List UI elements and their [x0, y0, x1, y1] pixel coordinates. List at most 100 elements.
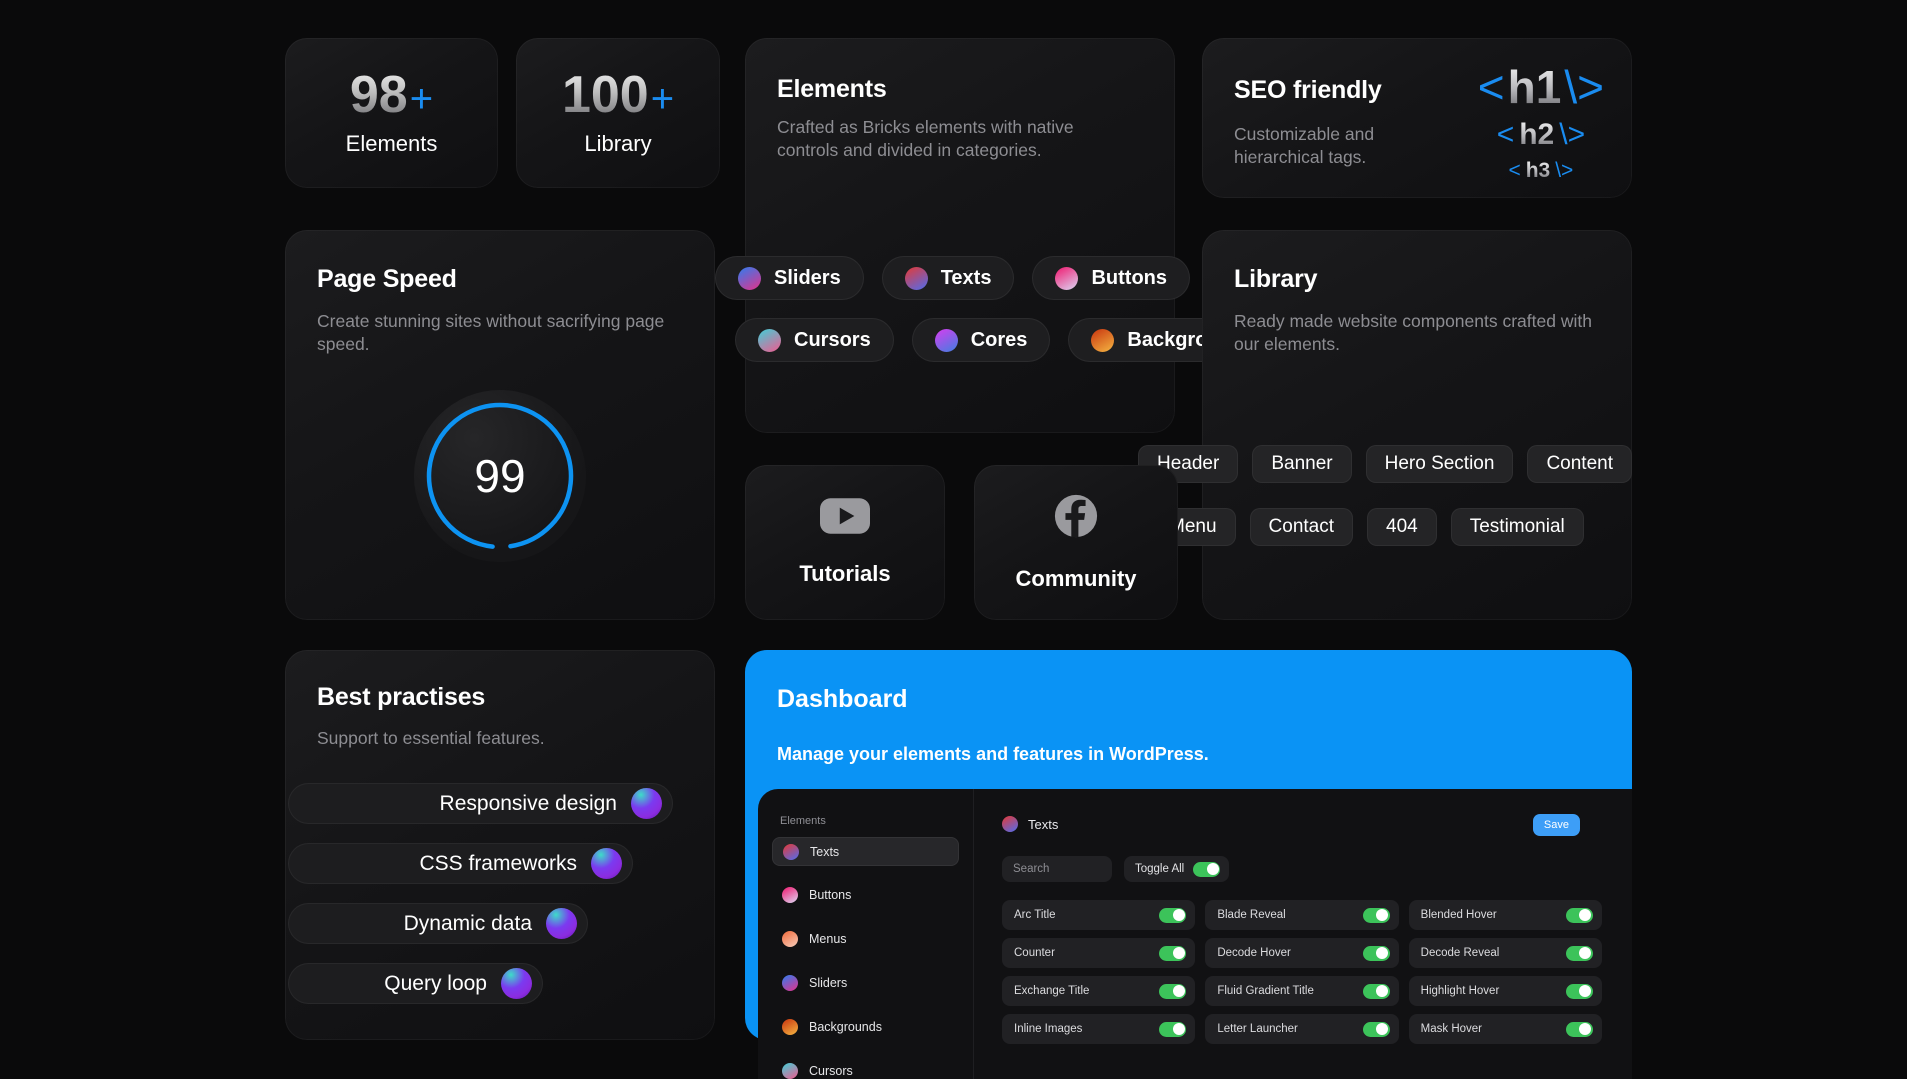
toggle-row[interactable]: Highlight Hover [1408, 976, 1602, 1006]
feature-switch[interactable] [1565, 945, 1593, 961]
h2-label: h2 [1519, 118, 1555, 151]
library-tag[interactable]: Hero Section [1365, 445, 1514, 483]
card-subtitle: Support to essential features. [317, 728, 545, 748]
feature-switch[interactable] [1159, 907, 1187, 923]
feature-switch[interactable] [1565, 907, 1593, 923]
feature-switch[interactable] [1159, 1021, 1187, 1037]
element-pill[interactable]: Sliders [715, 256, 864, 300]
card-title: SEO friendly [1234, 76, 1382, 104]
feature-switch[interactable] [1362, 945, 1390, 961]
card-title: Elements [777, 75, 887, 103]
toggle-row[interactable]: Fluid Gradient Title [1205, 976, 1399, 1006]
sidebar-item-cursors[interactable]: Cursors [772, 1056, 959, 1079]
pill-label: Cores [970, 328, 1028, 351]
best-practise-row[interactable]: CSS frameworks [288, 843, 633, 884]
feature-switch[interactable] [1362, 907, 1390, 923]
element-pill[interactable]: Buttons [1032, 256, 1191, 300]
library-tag[interactable]: 404 [1367, 508, 1437, 546]
library-tag[interactable]: Banner [1252, 445, 1352, 483]
search-input[interactable]: Search [1002, 856, 1112, 882]
library-tag[interactable]: Contact [1249, 508, 1354, 546]
gradient-orb-icon [904, 266, 928, 290]
sidebar-item-menus[interactable]: Menus [772, 924, 959, 953]
element-pill-row-1: Sliders Texts Buttons [715, 256, 1191, 300]
toggle-row[interactable]: Blended Hover [1408, 900, 1602, 930]
dashboard-sidebar: Elements Texts Buttons Menus Sliders Bac… [758, 789, 974, 1079]
stat-label: Elements [345, 131, 438, 156]
best-practise-row[interactable]: Dynamic data [288, 903, 588, 944]
sidebar-item-label: Menus [809, 931, 847, 946]
angle-bracket-open-icon: < [1496, 118, 1515, 151]
library-tag[interactable]: Content [1527, 445, 1632, 483]
toggle-row[interactable]: Blade Reveal [1205, 900, 1399, 930]
stat-number: 98 + [350, 69, 433, 121]
feature-switch[interactable] [1159, 945, 1187, 961]
sidebar-item-label: Sliders [809, 975, 848, 990]
dashboard-controls: Search Toggle All [1002, 856, 1632, 882]
element-pill[interactable]: Texts [881, 256, 1015, 300]
gradient-sphere-icon [591, 848, 622, 879]
toggle-all-switch[interactable] [1193, 861, 1221, 877]
h2-tag-row: < h2 \> [1478, 120, 1604, 150]
feature-switch[interactable] [1362, 1021, 1390, 1037]
card-subtitle: Crafted as Bricks elements with native c… [777, 117, 1074, 161]
library-tag[interactable]: Testimonial [1450, 508, 1584, 546]
stat-plus: + [650, 77, 675, 121]
toggle-label: Fluid Gradient Title [1217, 985, 1314, 997]
gradient-orb-icon [783, 843, 799, 860]
save-button[interactable]: Save [1532, 814, 1580, 836]
heading-tags-illustration: < h1 \> < h2 \> < h3 \> [1478, 64, 1604, 181]
library-tag-row-2: Menu Contact 404 Testimonial [1150, 508, 1584, 546]
page-speed-card: Page Speed Create stunning sites without… [285, 230, 715, 620]
element-pill[interactable]: Cores [911, 318, 1051, 362]
feature-grid-page: 98 + Elements 100 + Library Elements Craft… [0, 0, 1907, 1079]
best-practise-label: Query loop [384, 971, 487, 995]
social-label: Community [1015, 566, 1137, 591]
sidebar-item-texts[interactable]: Texts [772, 837, 959, 866]
feature-switch[interactable] [1565, 983, 1593, 999]
card-subtitle: Customizable and hierarchical tags. [1234, 124, 1375, 168]
toggle-row[interactable]: Counter [1002, 938, 1196, 968]
gauge-score: 99 [474, 450, 526, 502]
toggle-row[interactable]: Arc Title [1002, 900, 1196, 930]
sidebar-header: Elements [780, 815, 826, 827]
toggle-row[interactable]: Inline Images [1002, 1014, 1196, 1044]
angle-bracket-open-icon: < [1508, 159, 1521, 182]
stat-value: 98 [349, 66, 408, 124]
best-practise-label: Dynamic data [403, 911, 532, 935]
toggle-row[interactable]: Mask Hover [1408, 1014, 1602, 1044]
h1-label: h1 [1507, 61, 1562, 113]
gradient-orb-icon [758, 328, 781, 352]
toggle-row[interactable]: Decode Hover [1205, 938, 1399, 968]
pill-label: Sliders [774, 266, 841, 289]
feature-switch[interactable] [1159, 983, 1187, 999]
library-tag-row-1: Header Banner Hero Section Content [1138, 445, 1632, 483]
feature-switch[interactable] [1362, 983, 1390, 999]
gradient-sphere-icon [631, 788, 662, 819]
social-label: Tutorials [799, 561, 891, 586]
toggle-row[interactable]: Letter Launcher [1205, 1014, 1399, 1044]
toggle-row[interactable]: Decode Reveal [1408, 938, 1602, 968]
dashboard-main: Texts Save Search Toggle All Arc Title B… [974, 789, 1632, 1079]
toggle-row[interactable]: Exchange Title [1002, 976, 1196, 1006]
toggle-all-control[interactable]: Toggle All [1124, 856, 1230, 882]
sidebar-item-label: Cursors [809, 1063, 853, 1078]
sidebar-item-backgrounds[interactable]: Backgrounds [772, 1012, 959, 1041]
best-practise-label: Responsive design [439, 791, 617, 815]
sidebar-item-buttons[interactable]: Buttons [772, 880, 959, 909]
toggle-label: Counter [1014, 947, 1055, 959]
element-pill[interactable]: Cursors [735, 318, 894, 362]
best-practise-row[interactable]: Responsive design [288, 783, 673, 824]
community-card[interactable]: Community [974, 465, 1178, 620]
angle-bracket-close-icon: \> [1559, 118, 1586, 151]
sidebar-item-sliders[interactable]: Sliders [772, 968, 959, 997]
pill-label: Texts [940, 266, 992, 289]
tutorials-card[interactable]: Tutorials [745, 465, 945, 620]
card-title: Dashboard [777, 685, 908, 713]
angle-bracket-close-icon: \> [1564, 61, 1604, 113]
toggle-label: Mask Hover [1420, 1023, 1483, 1035]
gradient-orb-icon [1055, 266, 1079, 290]
best-practise-row[interactable]: Query loop [288, 963, 543, 1004]
gradient-orb-icon [738, 266, 761, 290]
feature-switch[interactable] [1565, 1021, 1593, 1037]
